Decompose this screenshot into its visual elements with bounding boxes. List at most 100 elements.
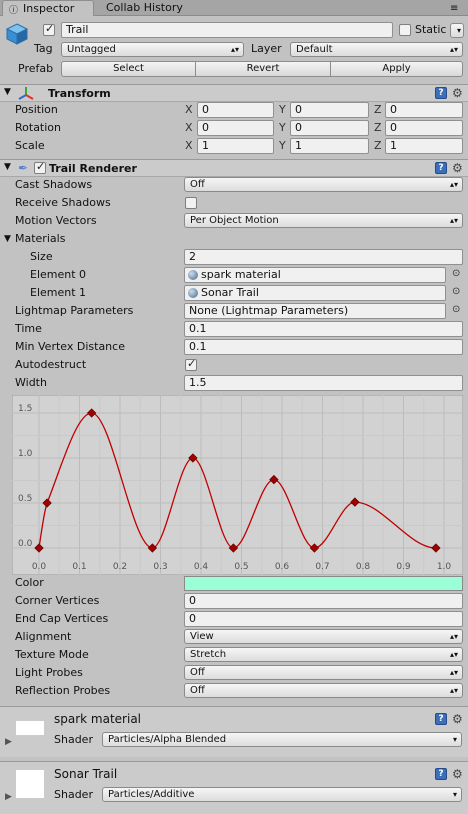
- shader-dropdown[interactable]: Particles/Additive ▾: [102, 787, 462, 802]
- receive-shadows-checkbox[interactable]: [185, 197, 197, 209]
- object-picker-icon[interactable]: ⊙: [452, 304, 460, 315]
- element0-field[interactable]: spark material: [184, 267, 446, 283]
- time-field[interactable]: 0.1: [184, 321, 463, 337]
- layer-dropdown[interactable]: Default ▴▾: [290, 42, 463, 57]
- shader-dropdown[interactable]: Particles/Alpha Blended ▾: [102, 732, 462, 747]
- foldout-arrow-icon[interactable]: ▶: [5, 737, 12, 747]
- gear-icon[interactable]: ⚙: [452, 768, 463, 780]
- object-picker-icon[interactable]: ⊙: [452, 286, 460, 297]
- static-checkbox[interactable]: [399, 24, 411, 36]
- z-axis-label[interactable]: Z: [374, 120, 382, 136]
- foldout-arrow-icon[interactable]: ▼: [4, 87, 11, 97]
- material-name: Sonar Trail: [54, 767, 118, 781]
- materials-foldout-icon[interactable]: ▼: [4, 234, 11, 244]
- scale-y-field[interactable]: 1: [290, 138, 369, 154]
- active-checkbox[interactable]: [43, 22, 55, 36]
- element0-value: spark material: [201, 268, 281, 281]
- chevron-down-icon: ▴▾: [449, 686, 458, 695]
- color-gradient-swatch[interactable]: [184, 576, 463, 591]
- scale-x-field[interactable]: 1: [197, 138, 274, 154]
- x-axis-label[interactable]: X: [185, 120, 193, 136]
- rotation-label: Rotation: [15, 121, 62, 134]
- width-field[interactable]: 1.5: [184, 375, 463, 391]
- y-axis-label[interactable]: Y: [279, 138, 286, 154]
- x-tick-label: 0.9: [396, 562, 411, 572]
- motion-vectors-dropdown[interactable]: Per Object Motion ▴▾: [184, 213, 463, 228]
- autodestruct-checkbox[interactable]: [185, 357, 197, 371]
- min-vertex-distance-field[interactable]: 0.1: [184, 339, 463, 355]
- gear-icon[interactable]: ⚙: [452, 87, 463, 99]
- prefab-revert-button[interactable]: Revert: [195, 61, 331, 77]
- help-icon[interactable]: ?: [435, 768, 447, 780]
- transform-header[interactable]: ▼ Transform ? ⚙: [0, 84, 468, 102]
- element1-field[interactable]: Sonar Trail: [184, 285, 446, 301]
- shader-value: Particles/Alpha Blended: [108, 734, 227, 745]
- static-dropdown[interactable]: ▾: [450, 23, 464, 38]
- x-tick-label: 0.6: [275, 562, 290, 572]
- materials-size-label: Size: [30, 250, 53, 263]
- motion-vectors-value: Per Object Motion: [190, 215, 279, 226]
- rotation-y-field[interactable]: 0: [290, 120, 369, 136]
- trail-renderer-header[interactable]: ▼ ✒ Trail Renderer ? ⚙: [0, 159, 468, 177]
- light-probes-dropdown[interactable]: Off ▴▾: [184, 665, 463, 680]
- z-axis-label[interactable]: Z: [374, 102, 382, 118]
- tab-collab-history[interactable]: Collab History: [98, 0, 198, 16]
- material-panel-sonar: Sonar Trail ? ⚙ ▶ Shader Particles/Addit…: [0, 762, 468, 814]
- help-icon[interactable]: ?: [435, 713, 447, 725]
- tab-inspector[interactable]: ⓘ Inspector: [2, 0, 94, 16]
- object-name-field[interactable]: Trail: [61, 22, 393, 38]
- y-tick-label: 1.5: [18, 404, 32, 414]
- chevron-down-icon: ▴▾: [230, 45, 239, 54]
- y-axis-label[interactable]: Y: [279, 102, 286, 118]
- element0-label: Element 0: [30, 268, 87, 281]
- rotation-x-field[interactable]: 0: [197, 120, 274, 136]
- trail-renderer-enabled-checkbox[interactable]: [34, 160, 46, 174]
- lightmap-params-field[interactable]: None (Lightmap Parameters): [184, 303, 446, 319]
- prefab-apply-button[interactable]: Apply: [330, 61, 463, 77]
- y-axis-label[interactable]: Y: [279, 120, 286, 136]
- foldout-arrow-icon[interactable]: ▶: [5, 792, 12, 802]
- help-icon[interactable]: ?: [435, 162, 447, 174]
- material-preview-thumbnail: [16, 770, 44, 798]
- rotation-z-field[interactable]: 0: [385, 120, 463, 136]
- chevron-down-icon: ▴▾: [449, 180, 458, 189]
- gameobject-cube-icon: [5, 22, 29, 46]
- tab-menu-icon[interactable]: ≡: [450, 3, 458, 14]
- materials-size-field[interactable]: 2: [184, 249, 463, 265]
- z-axis-label[interactable]: Z: [374, 138, 382, 154]
- time-label: Time: [15, 322, 42, 335]
- cast-shadows-dropdown[interactable]: Off ▴▾: [184, 177, 463, 192]
- end-cap-vertices-field[interactable]: 0: [184, 611, 463, 627]
- width-curve-editor[interactable]: 0.0 0.5 1.0 1.5 0.0 0.1 0.2 0.3 0.4 0.5 0.6 0.7 0.8 0…: [12, 395, 463, 575]
- position-label: Position: [15, 103, 58, 116]
- element1-value: Sonar Trail: [201, 286, 259, 299]
- reflection-probes-label: Reflection Probes: [15, 684, 111, 697]
- position-x-field[interactable]: 0: [197, 102, 274, 118]
- object-picker-icon[interactable]: ⊙: [452, 268, 460, 279]
- shader-value: Particles/Additive: [108, 789, 195, 800]
- x-tick-label: 1.0: [437, 562, 452, 572]
- y-tick-label: 1.0: [18, 449, 33, 459]
- width-label: Width: [15, 376, 47, 389]
- shader-label: Shader: [54, 788, 93, 801]
- cast-shadows-label: Cast Shadows: [15, 178, 93, 191]
- position-z-field[interactable]: 0: [385, 102, 463, 118]
- gear-icon[interactable]: ⚙: [452, 713, 463, 725]
- tag-dropdown[interactable]: Untagged ▴▾: [61, 42, 244, 57]
- corner-vertices-field[interactable]: 0: [184, 593, 463, 609]
- prefab-select-button[interactable]: Select: [61, 61, 196, 77]
- light-probes-label: Light Probes: [15, 666, 83, 679]
- scale-label: Scale: [15, 139, 45, 152]
- foldout-arrow-icon[interactable]: ▼: [4, 162, 11, 172]
- x-axis-label[interactable]: X: [185, 138, 193, 154]
- tab-collab-label: Collab History: [106, 1, 183, 14]
- texture-mode-dropdown[interactable]: Stretch ▴▾: [184, 647, 463, 662]
- alignment-dropdown[interactable]: View ▴▾: [184, 629, 463, 644]
- scale-z-field[interactable]: 1: [385, 138, 463, 154]
- position-y-field[interactable]: 0: [290, 102, 369, 118]
- gear-icon[interactable]: ⚙: [452, 162, 463, 174]
- help-icon[interactable]: ?: [435, 87, 447, 99]
- autodestruct-label: Autodestruct: [15, 358, 87, 371]
- reflection-probes-dropdown[interactable]: Off ▴▾: [184, 683, 463, 698]
- x-axis-label[interactable]: X: [185, 102, 193, 118]
